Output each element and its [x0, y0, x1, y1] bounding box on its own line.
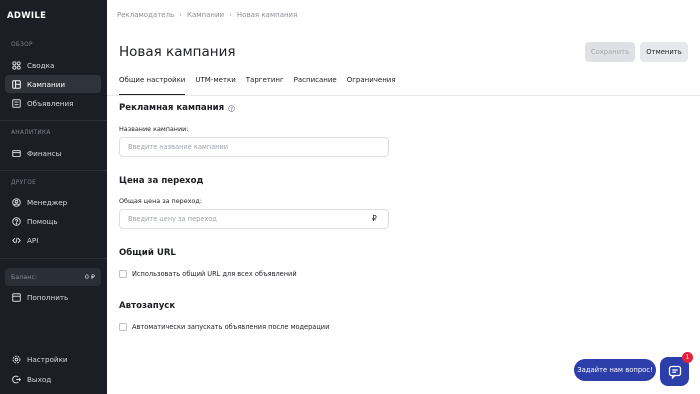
ads-icon: [11, 98, 21, 108]
sidebar-item-label: Настройки: [27, 354, 68, 364]
cpc-input[interactable]: [119, 209, 389, 229]
wallet-icon: [11, 148, 21, 158]
logout-icon: [11, 374, 21, 384]
sidebar-item-label: Финансы: [27, 148, 62, 158]
sidebar: ADWILE ОБЗОР Сводка Кампании Объявления …: [0, 0, 107, 394]
section-cpc: Цена за переход: [119, 176, 203, 186]
topup-icon: [11, 292, 21, 302]
dashboard-icon: [11, 60, 21, 70]
code-icon: [11, 235, 21, 245]
tab-schedule[interactable]: Расписание: [294, 76, 337, 96]
section-autostart: Автозапуск: [119, 301, 175, 311]
sidebar-item-label: Выход: [27, 374, 52, 384]
help-icon: [11, 216, 21, 226]
ruble-icon: ₽: [372, 214, 377, 223]
save-button[interactable]: Сохранить: [585, 42, 635, 62]
campaign-name-label: Название кампании:: [119, 125, 189, 133]
sidebar-item-label: Кампании: [27, 79, 66, 89]
section-campaign-title: Рекламная кампания: [119, 103, 225, 113]
breadcrumb-campaigns[interactable]: Кампании: [187, 11, 224, 19]
sidebar-item-label: Менеджер: [27, 197, 68, 207]
sidebar-item-topup[interactable]: Пополнить: [5, 288, 101, 306]
page-title: Новая кампания: [119, 44, 236, 60]
section-label-analytics: АНАЛИТИКА: [11, 130, 51, 136]
autostart-checkbox-label: Автоматически запускать объявления после…: [132, 323, 330, 331]
cpc-label: Общая цена за переход:: [119, 197, 202, 205]
sidebar-item-finance[interactable]: Финансы: [5, 144, 101, 162]
sidebar-divider: [0, 258, 107, 259]
campaign-name-input[interactable]: [119, 137, 389, 157]
tabs: Общие настройки UTM-метки Таргетинг Расп…: [119, 76, 406, 96]
chat-icon: [668, 365, 681, 379]
section-label-other: ДРУГОЕ: [11, 180, 37, 186]
sidebar-item-campaigns[interactable]: Кампании: [5, 75, 101, 93]
balance-label: Баланс:: [11, 273, 38, 281]
sidebar-item-help[interactable]: Помощь: [5, 212, 101, 230]
sidebar-item-label: Объявления: [27, 98, 74, 108]
url-checkbox[interactable]: [119, 270, 127, 278]
sidebar-item-api[interactable]: API: [5, 231, 101, 249]
tab-utm[interactable]: UTM-метки: [195, 76, 235, 96]
sidebar-item-label: Помощь: [27, 216, 58, 226]
breadcrumb-current: Новая кампания: [236, 11, 298, 19]
section-autostart-title: Автозапуск: [119, 301, 176, 311]
chevron-right-icon: ›: [179, 11, 183, 19]
sidebar-divider: [0, 170, 107, 171]
sidebar-item-manager[interactable]: Менеджер: [5, 193, 101, 211]
logo[interactable]: ADWILE: [7, 11, 46, 21]
autostart-checkbox-row[interactable]: Автоматически запускать объявления после…: [119, 323, 329, 331]
user-icon: [11, 197, 21, 207]
sidebar-item-label: Сводка: [27, 60, 55, 70]
breadcrumb: Рекламодатель › Кампании › Новая кампани…: [117, 11, 297, 19]
breadcrumb-advertiser[interactable]: Рекламодатель: [117, 11, 174, 19]
url-checkbox-label: Использовать общий URL для всех объявлен…: [132, 270, 297, 278]
sidebar-item-label: API: [27, 235, 39, 245]
balance-box: Баланс: 0 ₽: [5, 268, 101, 286]
section-url-title: Общий URL: [119, 248, 176, 258]
info-icon[interactable]: [228, 104, 236, 112]
sidebar-divider: [0, 120, 107, 121]
gear-icon: [11, 354, 21, 364]
balance-value: 0 ₽: [84, 273, 95, 281]
tabs-divider: [107, 95, 700, 96]
section-cpc-title: Цена за переход: [119, 176, 204, 186]
sidebar-item-logout[interactable]: Выход: [5, 370, 101, 388]
section-url: Общий URL: [119, 248, 176, 258]
tab-targeting[interactable]: Таргетинг: [246, 76, 284, 96]
main-content: Рекламодатель › Кампании › Новая кампани…: [107, 0, 700, 394]
autostart-checkbox[interactable]: [119, 323, 127, 331]
chat-notification-badge: 1: [682, 352, 693, 363]
sidebar-item-settings[interactable]: Настройки: [5, 350, 101, 368]
section-campaign: Рекламная кампания: [119, 103, 236, 113]
sidebar-item-label: Пополнить: [27, 292, 69, 302]
tab-general[interactable]: Общие настройки: [119, 76, 186, 96]
chat-prompt-bubble[interactable]: Задайте нам вопрос!: [574, 359, 656, 381]
cancel-button[interactable]: Отменить: [640, 42, 688, 62]
url-checkbox-row[interactable]: Использовать общий URL для всех объявлен…: [119, 270, 297, 278]
sidebar-item-ads[interactable]: Объявления: [5, 94, 101, 112]
sidebar-item-summary[interactable]: Сводка: [5, 56, 101, 74]
chevron-right-icon: ›: [229, 11, 232, 19]
section-label-overview: ОБЗОР: [11, 42, 33, 48]
campaigns-icon: [11, 79, 21, 89]
tab-limits[interactable]: Ограничения: [347, 76, 396, 96]
